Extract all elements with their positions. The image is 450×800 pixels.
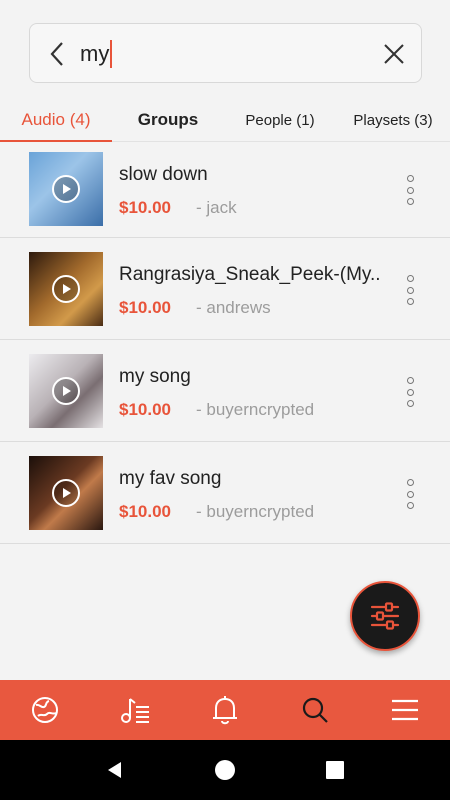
close-icon <box>384 44 404 64</box>
back-button[interactable] <box>40 37 74 71</box>
text-caret <box>110 40 113 68</box>
more-options-icon[interactable] <box>398 272 422 308</box>
search-query: my <box>80 41 110 66</box>
more-options-icon[interactable] <box>398 374 422 410</box>
nav-explore[interactable] <box>0 680 90 740</box>
tab-audio[interactable]: Audio (4) <box>0 98 112 143</box>
track-price: $10.00 <box>119 198 171 217</box>
bottom-navigation <box>0 680 450 740</box>
result-tabs: Audio (4) Groups People (1) Playsets (3) <box>0 98 450 143</box>
search-icon <box>302 697 328 723</box>
more-options-icon[interactable] <box>398 172 422 208</box>
system-home-button[interactable] <box>205 750 245 790</box>
list-item[interactable]: Rangrasiya_Sneak_Peek-(My.. $10.00 - and… <box>0 238 450 340</box>
filter-sliders-icon <box>370 602 400 630</box>
search-input[interactable]: my <box>80 38 113 70</box>
track-seller: - buyerncrypted <box>196 502 315 521</box>
track-title: slow down <box>119 164 208 185</box>
track-price: $10.00 <box>119 502 171 521</box>
menu-icon <box>392 699 418 721</box>
chevron-left-icon <box>50 42 63 66</box>
play-icon[interactable] <box>52 275 80 303</box>
filter-button[interactable] <box>350 581 420 651</box>
track-thumbnail[interactable] <box>29 152 103 226</box>
globe-icon <box>32 697 58 723</box>
play-icon[interactable] <box>52 175 80 203</box>
track-seller: - jack <box>196 198 237 217</box>
track-thumbnail[interactable] <box>29 252 103 326</box>
search-bar: my <box>29 23 422 83</box>
bell-icon <box>213 696 237 725</box>
play-icon[interactable] <box>52 377 80 405</box>
track-title: Rangrasiya_Sneak_Peek-(My.. <box>119 264 381 285</box>
audio-results-list: slow down $10.00 - jack Rangrasiya_Sneak… <box>0 142 450 544</box>
track-seller: - buyerncrypted <box>196 400 315 419</box>
tab-groups[interactable]: Groups <box>112 98 224 142</box>
track-price: $10.00 <box>119 298 171 317</box>
search-header: my <box>0 0 450 98</box>
nav-notifications[interactable] <box>180 680 270 740</box>
track-seller: - andrews <box>196 298 271 317</box>
track-thumbnail[interactable] <box>29 456 103 530</box>
track-title: my fav song <box>119 468 222 489</box>
system-back-button[interactable] <box>95 750 135 790</box>
tab-playsets[interactable]: Playsets (3) <box>336 98 450 142</box>
circle-home-icon <box>215 760 235 780</box>
music-playlist-icon <box>121 698 149 723</box>
play-icon[interactable] <box>52 479 80 507</box>
list-item[interactable]: my song $10.00 - buyerncrypted <box>0 340 450 442</box>
system-recents-button[interactable] <box>315 750 355 790</box>
clear-search-button[interactable] <box>377 37 411 71</box>
square-recents-icon <box>326 761 344 779</box>
track-price: $10.00 <box>119 400 171 419</box>
tab-people[interactable]: People (1) <box>224 98 336 142</box>
track-thumbnail[interactable] <box>29 354 103 428</box>
more-options-icon[interactable] <box>398 476 422 512</box>
list-item[interactable]: slow down $10.00 - jack <box>0 142 450 238</box>
nav-playlist[interactable] <box>90 680 180 740</box>
system-navigation-bar <box>0 740 450 800</box>
list-item[interactable]: my fav song $10.00 - buyerncrypted <box>0 442 450 544</box>
nav-menu[interactable] <box>360 680 450 740</box>
track-title: my song <box>119 366 191 387</box>
triangle-back-icon <box>108 762 121 778</box>
nav-search[interactable] <box>270 680 360 740</box>
